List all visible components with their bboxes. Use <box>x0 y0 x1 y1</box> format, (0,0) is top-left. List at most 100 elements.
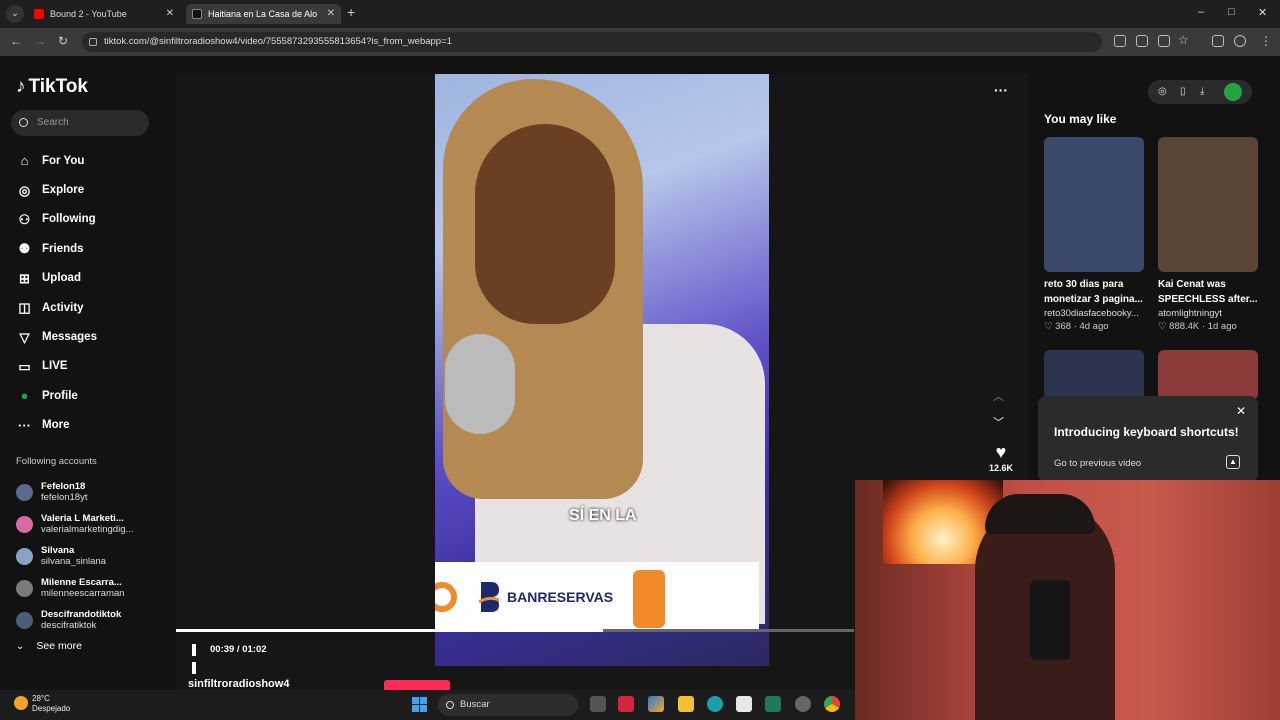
app-icon[interactable] <box>618 696 634 712</box>
tab-youtube[interactable]: Bound 2 - YouTube ✕ <box>28 4 180 24</box>
chevron-down-icon[interactable]: ﹀ <box>993 414 1004 430</box>
account-handle: fefelon18yt <box>41 492 88 503</box>
recommended-video[interactable]: Kai Cenat was SPEECHLESS after... atomli… <box>1158 137 1258 332</box>
site-info-icon[interactable] <box>89 38 97 46</box>
copilot-icon[interactable] <box>648 696 664 712</box>
avatar <box>16 579 33 597</box>
file-explorer-icon[interactable] <box>678 696 694 712</box>
account-item[interactable]: Silvana silvana_sinlana <box>16 540 133 572</box>
tab-search-button[interactable]: ⌄ <box>6 5 24 23</box>
chrome-icon[interactable] <box>824 696 840 712</box>
ad-phone-image <box>633 570 665 628</box>
close-icon[interactable]: ✕ <box>327 4 335 24</box>
recommended-video[interactable]: reto 30 dias para monetizar 3 pagina... … <box>1044 137 1144 332</box>
streamer-cap <box>985 494 1095 534</box>
nav-item-profile[interactable]: ● Profile <box>16 381 97 410</box>
account-name: Descifrandotiktok <box>41 609 122 620</box>
pause-icon[interactable] <box>192 643 204 674</box>
nav-label: For You <box>42 154 85 167</box>
device-icon[interactable]: ▯ <box>1180 86 1186 97</box>
close-window-button[interactable]: ✕ <box>1258 6 1267 19</box>
search-input[interactable]: Search <box>11 110 149 136</box>
account-item[interactable]: Milenne Escarra... milenneescarraman <box>16 572 133 604</box>
nav-item-messages[interactable]: ▽ Messages <box>16 322 97 351</box>
account-item[interactable]: Descifrandotiktok descifratiktok <box>16 604 133 636</box>
bookmark-star-icon[interactable]: ☆ <box>1178 33 1189 47</box>
profile-avatar-icon[interactable] <box>1234 35 1246 47</box>
back-icon[interactable]: ← <box>10 34 22 48</box>
sidebar-nav: ⌂ For You ◎ Explore ⚇ Following ⚉ Friends ⊞ U… <box>16 146 97 440</box>
forward-icon[interactable]: → <box>34 34 46 48</box>
rec-title: reto 30 dias para monetizar 3 pagina... <box>1044 279 1143 305</box>
store-icon[interactable] <box>736 696 752 712</box>
nav-item-activity[interactable]: ◫ Activity <box>16 293 97 322</box>
close-icon[interactable]: ✕ <box>1236 404 1246 418</box>
microphone-image <box>445 334 515 434</box>
like-button[interactable]: ♥ 12.6K <box>984 442 1018 473</box>
download-icon[interactable]: ⤓ <box>1200 86 1204 97</box>
weather-widget[interactable]: 28°C Despejado <box>14 694 70 714</box>
translate-icon[interactable] <box>1136 35 1148 47</box>
app-icon[interactable] <box>795 696 811 712</box>
popup-shortcut-label[interactable]: Go to previous video <box>1054 458 1141 469</box>
tiktok-note-icon: ♪ <box>16 76 26 97</box>
rec-author: reto30diasfacebooky... <box>1044 308 1139 319</box>
nav-item-explore[interactable]: ◎ Explore <box>16 175 97 204</box>
minimize-button[interactable]: – <box>1198 6 1204 18</box>
new-tab-button[interactable]: + <box>347 4 355 20</box>
phone-image <box>1030 580 1070 660</box>
account-handle: silvana_sinlana <box>41 556 106 567</box>
following-accounts-heading: Following accounts <box>16 456 97 467</box>
account-item[interactable]: Valeria L Marketi... valerialmarketingdig… <box>16 508 133 540</box>
recommended-video[interactable] <box>1044 350 1144 400</box>
nav-label: Friends <box>42 242 84 255</box>
nav-item-live[interactable]: ▭ LIVE <box>16 352 97 381</box>
video-frame[interactable]: SÍ EN LA BANRESERVAS <box>435 74 769 666</box>
video-progress-bar[interactable] <box>176 629 854 632</box>
edge-icon[interactable] <box>707 696 723 712</box>
nav-item-more[interactable]: ··· More <box>16 411 97 440</box>
nav-label: Messages <box>42 331 97 344</box>
account-name: Fefelon18 <box>41 481 86 492</box>
tab-tiktok[interactable]: Haitiana en La Casa de Alo ✕ <box>186 4 341 24</box>
ad-decoration <box>435 582 457 612</box>
maximize-button[interactable]: □ <box>1228 6 1235 18</box>
see-more-button[interactable]: ⌄ See more <box>16 640 82 652</box>
user-avatar[interactable] <box>1224 83 1242 101</box>
taskbar-search-label: Buscar <box>460 699 490 710</box>
nav-item-friends[interactable]: ⚉ Friends <box>16 234 97 263</box>
profile-icon: ● <box>20 388 29 404</box>
tab-label: Haitiana en La Casa de Alo <box>208 9 318 19</box>
compass-icon: ◎ <box>18 182 31 198</box>
nav-label: More <box>42 419 70 432</box>
task-view-icon[interactable] <box>590 696 606 712</box>
nav-item-following[interactable]: ⚇ Following <box>16 205 97 234</box>
reload-icon[interactable]: ↻ <box>58 34 68 48</box>
install-icon[interactable] <box>1158 35 1170 47</box>
tiktok-icon <box>192 9 202 19</box>
url-bar[interactable]: tiktok.com/@sinfiltroradioshow4/video/75… <box>82 32 1102 52</box>
taskbar-search[interactable]: Buscar <box>438 694 578 716</box>
nav-label: Explore <box>42 184 85 197</box>
more-options-icon[interactable]: ··· <box>994 82 1008 98</box>
close-icon[interactable]: ✕ <box>166 4 174 24</box>
video-username[interactable]: sinfiltroradioshow4 <box>188 678 289 690</box>
nav-item-upload[interactable]: ⊞ Upload <box>16 264 97 293</box>
menu-kebab-icon[interactable]: ⋮ <box>1260 34 1272 48</box>
avatar <box>16 611 33 629</box>
account-item[interactable]: Fefelon18 fefelon18yt <box>16 476 133 508</box>
reading-list-icon[interactable] <box>1212 35 1224 47</box>
nav-item-for-you[interactable]: ⌂ For You <box>16 146 97 175</box>
video-thumbnail <box>1158 137 1258 272</box>
windows-start-icon[interactable] <box>412 697 428 713</box>
tiktok-logo[interactable]: ♪ TikTok <box>16 76 88 98</box>
see-more-label: See more <box>36 640 82 652</box>
chevron-up-icon[interactable]: ︿ <box>993 388 1004 404</box>
coin-icon[interactable]: ◎ <box>1158 86 1167 97</box>
app-icon[interactable] <box>765 696 781 712</box>
avatar <box>16 483 33 501</box>
extension-icon[interactable] <box>1114 35 1126 47</box>
recommended-video[interactable] <box>1158 350 1258 400</box>
nav-label: Profile <box>42 389 78 402</box>
arrow-up-key-icon: ▲ <box>1226 455 1240 469</box>
